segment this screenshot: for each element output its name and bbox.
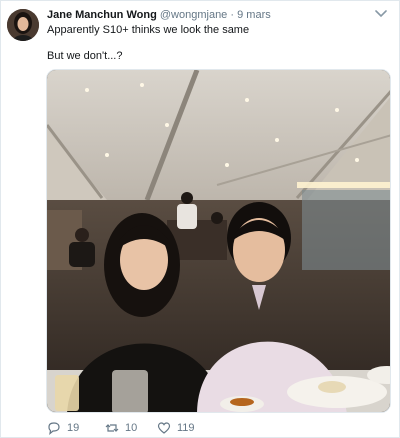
tweet-header: Jane Manchun Wong @wongmjane · 9 mars bbox=[47, 8, 369, 22]
header-separator: · bbox=[230, 9, 235, 21]
tweet-date[interactable]: 9 mars bbox=[237, 9, 271, 21]
author-name[interactable]: Jane Manchun Wong bbox=[47, 9, 157, 21]
retweet-icon bbox=[105, 424, 119, 432]
author-handle[interactable]: @wongmjane bbox=[160, 9, 227, 21]
reply-action[interactable]: 19 bbox=[47, 421, 79, 435]
tweet-text-line-2: But we don't...? bbox=[47, 50, 123, 62]
avatar[interactable] bbox=[7, 9, 39, 41]
tweet-text-line-1: Apparently S10+ thinks we look the same bbox=[47, 24, 250, 36]
reply-icon bbox=[48, 422, 60, 435]
tweet-card[interactable]: Jane Manchun Wong @wongmjane · 9 mars Ap… bbox=[0, 0, 400, 438]
like-count: 119 bbox=[177, 422, 195, 434]
chevron-down-icon[interactable] bbox=[375, 9, 387, 19]
reply-count: 19 bbox=[67, 422, 80, 434]
avatar-image bbox=[7, 9, 39, 41]
heart-icon bbox=[157, 422, 171, 434]
tweet-photo[interactable] bbox=[46, 69, 391, 413]
retweet-count: 10 bbox=[125, 422, 138, 434]
like-action[interactable]: 119 bbox=[157, 421, 195, 435]
restaurant-photo-illustration bbox=[47, 70, 390, 412]
retweet-action[interactable]: 10 bbox=[105, 421, 137, 435]
